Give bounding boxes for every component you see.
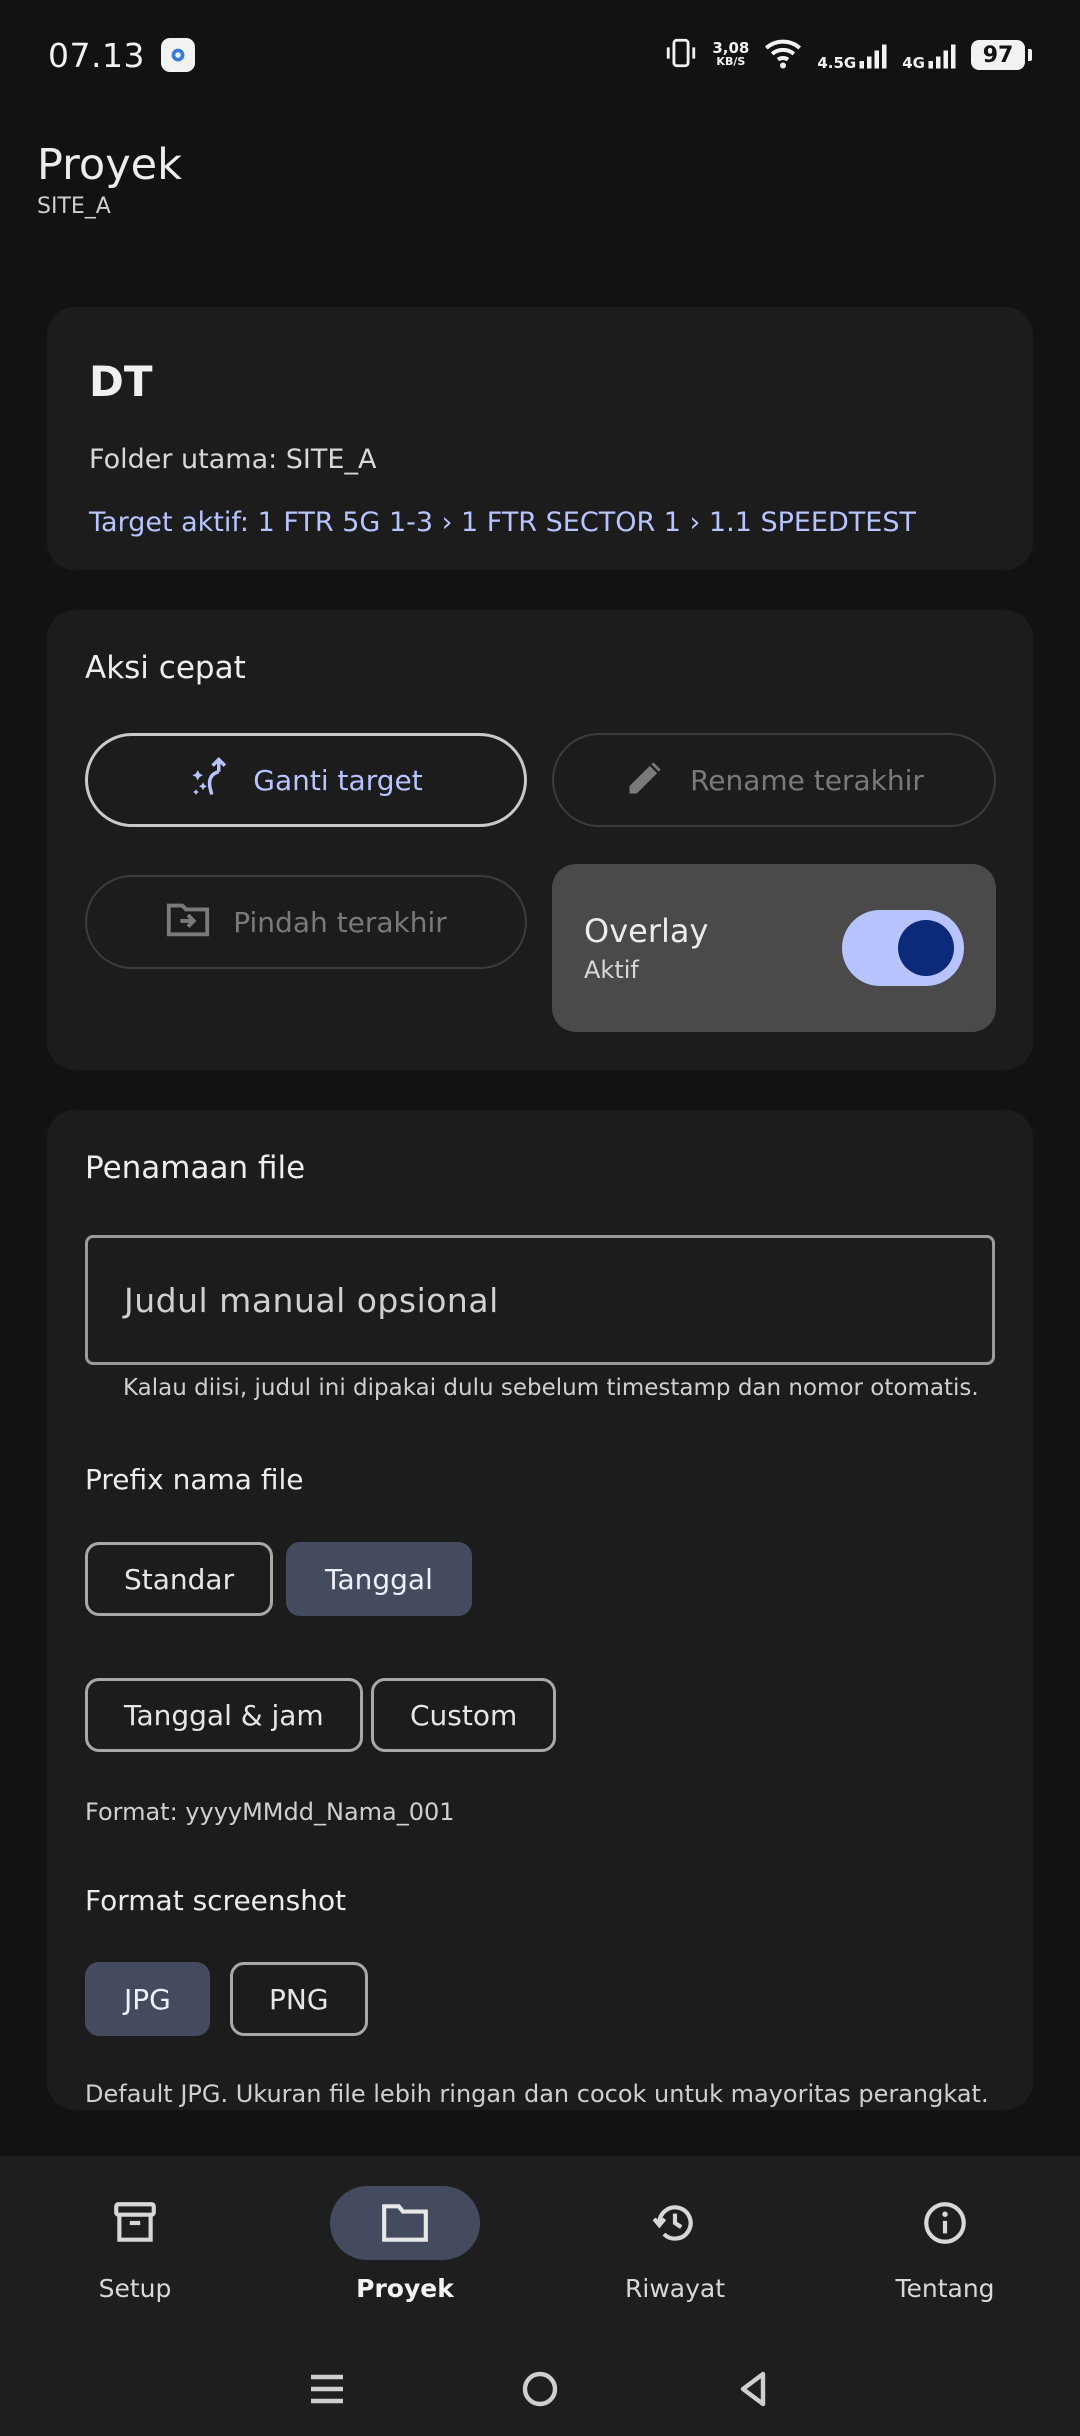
format-chip-png[interactable]: PNG <box>230 1962 368 2036</box>
screenshot-format-title: Format screenshot <box>85 1884 347 1917</box>
page-subtitle: SITE_A <box>37 194 111 219</box>
magic-swap-icon <box>189 754 231 807</box>
nav-item-tentang[interactable]: Tentang <box>810 2156 1080 2346</box>
signal-1: 4.5G <box>817 40 888 71</box>
active-target-text: Target aktif: 1 FTR 5G 1-3 › 1 FTR SECTO… <box>89 507 916 538</box>
overlay-state: Aktif <box>584 956 639 984</box>
main-folder-text: Folder utama: SITE_A <box>89 444 377 475</box>
page-header: Proyek SITE_A <box>37 140 182 219</box>
folder-icon <box>382 2204 428 2242</box>
nav-icon-wrap <box>870 2186 1020 2260</box>
signal-bars-icon <box>859 44 887 69</box>
vibrate-icon <box>664 36 698 74</box>
manual-title-placeholder: Judul manual opsional <box>124 1280 499 1320</box>
battery-indicator: 97 <box>971 40 1032 70</box>
prefix-title: Prefix nama file <box>85 1463 304 1496</box>
signal-2: 4G <box>902 40 957 71</box>
wifi-icon <box>763 36 803 74</box>
file-naming-title: Penamaan file <box>85 1150 306 1186</box>
menu-icon[interactable] <box>307 2371 347 2411</box>
nav-item-proyek[interactable]: Proyek <box>270 2156 540 2346</box>
nav-icon-wrap <box>330 2186 480 2260</box>
manual-title-input[interactable]: Judul manual opsional <box>85 1235 995 1365</box>
battery-tip <box>1028 49 1032 61</box>
prefix-chip-tanggal[interactable]: Tanggal <box>286 1542 472 1616</box>
pencil-icon <box>624 755 668 806</box>
format-note: Format: yyyyMMdd_Nama_001 <box>85 1798 455 1826</box>
overlay-text: Overlay Aktif <box>584 912 708 984</box>
overlay-label: Overlay <box>584 912 709 950</box>
screenshot-format-note: Default JPG. Ukuran file lebih ringan da… <box>85 2080 989 2108</box>
prefix-chip-tanggal-jam[interactable]: Tanggal & jam <box>85 1678 363 1752</box>
file-naming-card: Penamaan file Judul manual opsional Kala… <box>47 1110 1033 2110</box>
nav-label: Tentang <box>895 2274 995 2303</box>
quick-actions-title: Aksi cepat <box>85 650 246 686</box>
rename-last-button[interactable]: Rename terakhir <box>552 733 996 827</box>
nav-item-setup[interactable]: Setup <box>0 2156 270 2346</box>
project-card: DT Folder utama: SITE_A Target aktif: 1 … <box>47 307 1033 570</box>
history-icon <box>652 2205 693 2241</box>
home-icon[interactable] <box>520 2369 560 2413</box>
format-chip-jpg[interactable]: JPG <box>85 1962 210 2036</box>
move-last-button[interactable]: Pindah terakhir <box>85 875 527 969</box>
overlay-tile[interactable]: Overlay Aktif <box>552 864 996 1032</box>
archive-icon <box>114 2202 156 2242</box>
status-bar: 07.13 3,08 KB/S 4.5G 4G 97 <box>0 0 1080 110</box>
rename-last-label: Rename terakhir <box>690 763 924 797</box>
nav-label: Riwayat <box>625 2274 725 2303</box>
info-icon <box>924 2202 966 2244</box>
move-last-label: Pindah terakhir <box>233 905 447 939</box>
bottom-navigation: Setup Proyek Riwayat Tentang <box>0 2156 1080 2346</box>
prefix-chip-custom[interactable]: Custom <box>371 1678 557 1752</box>
nav-icon-wrap <box>600 2186 750 2260</box>
change-target-button[interactable]: Ganti target <box>85 733 527 827</box>
nav-item-riwayat[interactable]: Riwayat <box>540 2156 810 2346</box>
clock: 07.13 <box>48 35 145 75</box>
battery-level: 97 <box>971 40 1025 70</box>
app-notification-icon <box>160 38 195 72</box>
page-title: Proyek <box>37 140 183 190</box>
quick-actions-card: Aksi cepat Ganti target Rename terakhir … <box>47 610 1033 1070</box>
project-title: DT <box>89 357 153 406</box>
back-icon[interactable] <box>733 2369 773 2413</box>
system-navigation-bar <box>0 2346 1080 2436</box>
nav-icon-wrap <box>60 2186 210 2260</box>
overlay-toggle[interactable] <box>842 910 964 986</box>
folder-move-icon <box>165 899 211 946</box>
prefix-chip-standar[interactable]: Standar <box>85 1542 274 1616</box>
change-target-label: Ganti target <box>253 763 423 797</box>
manual-title-helper: Kalau diisi, judul ini dipakai dulu sebe… <box>123 1375 979 1401</box>
signal-bars-icon <box>928 44 956 69</box>
network-speed: 3,08 KB/S <box>712 39 750 69</box>
toggle-knob <box>898 920 954 976</box>
nav-label: Setup <box>98 2274 172 2303</box>
status-left: 07.13 <box>48 36 195 75</box>
status-right: 3,08 KB/S 4.5G 4G 97 <box>664 36 1032 74</box>
nav-label: Proyek <box>356 2274 454 2303</box>
